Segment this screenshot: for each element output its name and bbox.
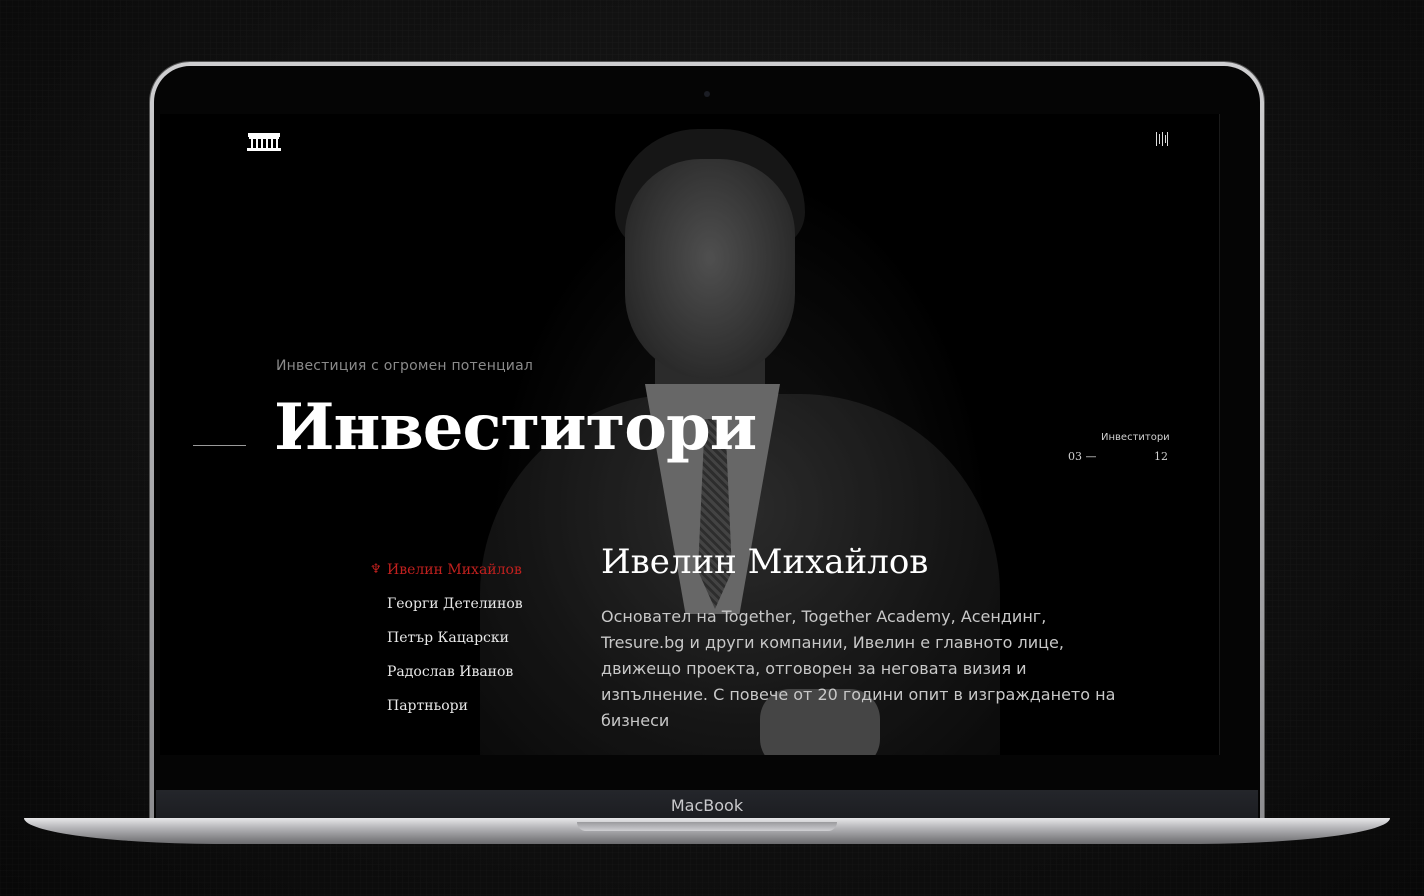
hero-kicker: Инвестиция с огромен потенциал — [276, 358, 534, 374]
device-label: MacBook — [670, 796, 744, 815]
menu-bars-icon[interactable] — [1156, 132, 1168, 146]
section-counter-current: 03 — — [1068, 450, 1097, 463]
screen-edge-line — [1219, 114, 1220, 755]
laptop-chin: MacBook — [156, 790, 1258, 821]
section-counter-total: 12 — [1154, 450, 1168, 463]
investor-nav-label: Радослав Иванов — [387, 664, 514, 680]
investor-nav-item[interactable]: ♆ Ивелин Михайлов — [370, 562, 523, 596]
title-divider — [193, 445, 246, 446]
trident-icon: ♆ — [370, 562, 382, 577]
camera-dot — [704, 91, 710, 97]
website-screen: Инвестиция с огромен потенциал Инвестито… — [160, 114, 1220, 755]
section-counter-label: Инвеститори — [1101, 432, 1170, 443]
investor-nav-item[interactable]: Партньори — [370, 698, 523, 732]
investor-nav-label: Петър Кацарски — [387, 630, 509, 646]
profile-bio: Основател на Together, Together Academy,… — [601, 607, 1116, 730]
page-title: Инвеститори — [274, 390, 757, 465]
investor-nav-label: Георги Детелинов — [387, 596, 523, 612]
profile-name: Ивелин Михайлов — [601, 542, 929, 582]
laptop-notch — [577, 822, 837, 831]
investor-nav-item[interactable]: Петър Кацарски — [370, 630, 523, 664]
investor-nav-item[interactable]: Радослав Иванов — [370, 664, 523, 698]
investor-nav: ♆ Ивелин Михайлов Георги Детелинов Петър… — [370, 562, 523, 732]
building-logo-icon[interactable] — [246, 132, 282, 152]
investor-nav-item[interactable]: Георги Детелинов — [370, 596, 523, 630]
investor-nav-label: Ивелин Михайлов — [387, 562, 522, 578]
investor-nav-label: Партньори — [387, 698, 468, 714]
